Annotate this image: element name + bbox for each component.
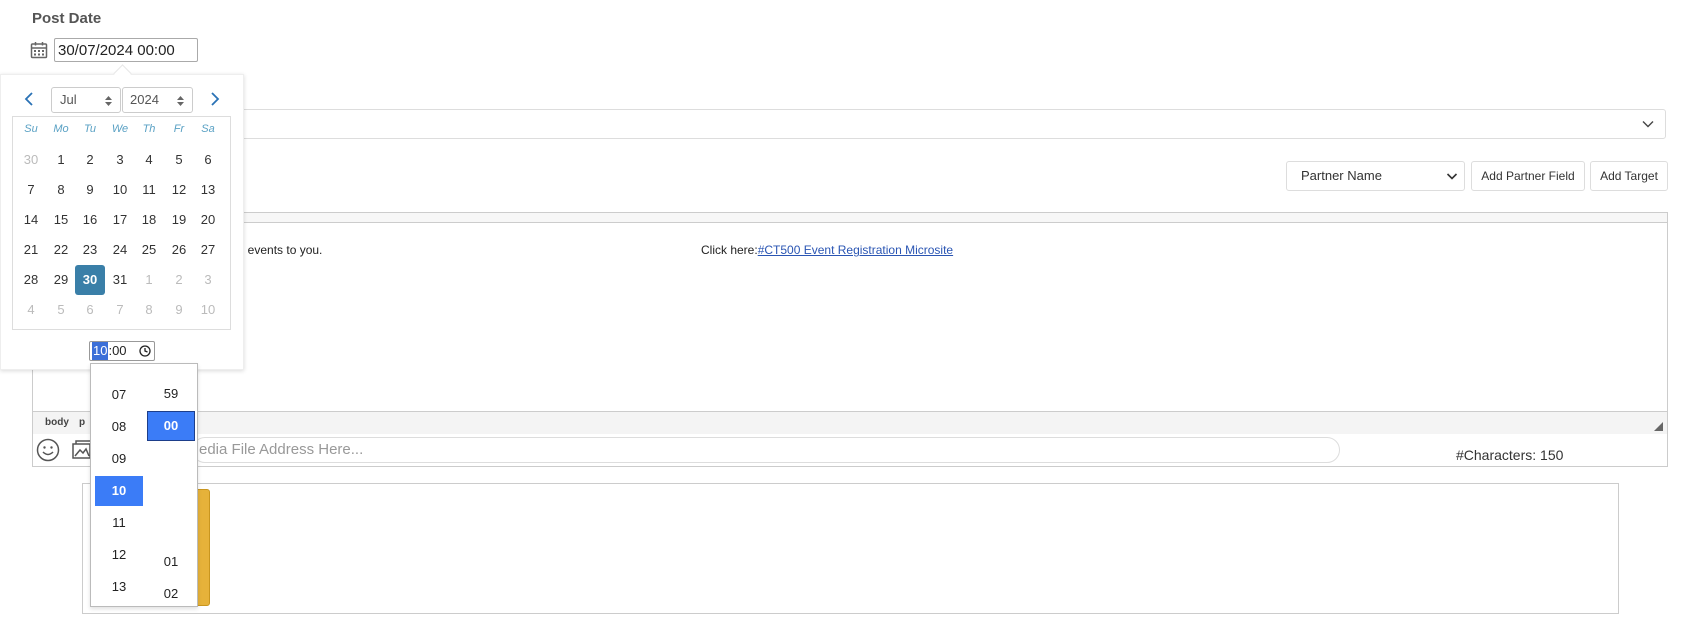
chevron-left-icon[interactable] xyxy=(22,91,36,107)
smiley-icon[interactable] xyxy=(36,438,60,462)
partner-select-value: Partner Name xyxy=(1301,168,1382,183)
calendar-day[interactable]: 30 xyxy=(16,145,46,175)
calendar-day[interactable]: 6 xyxy=(193,145,223,175)
calendar-day[interactable]: 3 xyxy=(105,145,135,175)
calendar-day[interactable]: 6 xyxy=(75,295,105,325)
editor-text-fragment: al events to you. xyxy=(235,243,323,257)
weekday-th: Th xyxy=(142,123,156,135)
weekday-tu: Tu xyxy=(83,123,97,135)
editor-toolbar xyxy=(33,213,1667,223)
calendar-day[interactable]: 15 xyxy=(46,205,76,235)
calendar-day[interactable]: 4 xyxy=(16,295,46,325)
hour-option[interactable]: 09 xyxy=(95,444,143,474)
calendar-day[interactable]: 8 xyxy=(134,295,164,325)
minute-option[interactable]: 01 xyxy=(147,547,195,577)
calendar-day[interactable]: 8 xyxy=(46,175,76,205)
calendar-day[interactable]: 18 xyxy=(134,205,164,235)
month-value: Jul xyxy=(60,92,77,107)
attached-image-area xyxy=(82,483,1619,614)
calendar-day[interactable]: 13 xyxy=(193,175,223,205)
calendar-day[interactable]: 10 xyxy=(105,175,135,205)
calendar-day[interactable]: 24 xyxy=(105,235,135,265)
category-select[interactable] xyxy=(226,109,1666,139)
chevron-down-icon xyxy=(1446,173,1458,180)
hour-field[interactable]: 10 xyxy=(92,342,109,360)
calendar-icon[interactable] xyxy=(30,41,48,59)
media-file-address-input[interactable]: edia File Address Here... xyxy=(192,437,1340,463)
hour-option[interactable]: 10 xyxy=(95,476,143,506)
calendar-day[interactable]: 5 xyxy=(46,295,76,325)
post-date-input[interactable]: 30/07/2024 00:00 xyxy=(54,38,198,62)
up-down-arrows-icon xyxy=(177,96,184,106)
weekday-sa: Sa xyxy=(201,123,215,135)
calendar-day[interactable]: 2 xyxy=(164,265,194,295)
calendar-day[interactable]: 5 xyxy=(164,145,194,175)
calendar-day[interactable]: 28 xyxy=(16,265,46,295)
path-p[interactable]: p xyxy=(79,417,85,428)
hour-option[interactable]: 08 xyxy=(95,412,143,442)
resize-handle-icon[interactable] xyxy=(1654,422,1663,431)
minute-option[interactable]: 00 xyxy=(147,411,195,441)
chevron-right-icon[interactable] xyxy=(208,91,222,107)
hour-option[interactable]: 07 xyxy=(95,380,143,410)
calendar-day[interactable]: 25 xyxy=(134,235,164,265)
add-partner-field-button[interactable]: Add Partner Field xyxy=(1471,161,1585,191)
chevron-down-icon xyxy=(1642,121,1654,128)
calendar-day[interactable]: 11 xyxy=(134,175,164,205)
editor-status-bar: body p xyxy=(33,411,1667,434)
calendar-day[interactable]: 9 xyxy=(75,175,105,205)
calendar-day[interactable]: 9 xyxy=(164,295,194,325)
calendar-day[interactable]: 12 xyxy=(164,175,194,205)
calendar-day[interactable]: 31 xyxy=(105,265,135,295)
minute-option[interactable]: 59 xyxy=(147,379,195,409)
calendar-day[interactable]: 4 xyxy=(134,145,164,175)
calendar-day[interactable]: 22 xyxy=(46,235,76,265)
calendar-day[interactable]: 1 xyxy=(46,145,76,175)
calendar-day[interactable]: 26 xyxy=(164,235,194,265)
hour-option[interactable]: 11 xyxy=(95,508,143,538)
time-dropdown: 07 08 09 10 11 12 13 59 00 01 02 xyxy=(90,363,198,607)
calendar-day[interactable]: 19 xyxy=(164,205,194,235)
month-select[interactable]: Jul xyxy=(51,87,121,113)
weekday-mo: Mo xyxy=(53,123,69,135)
calendar-day[interactable]: 3 xyxy=(193,265,223,295)
path-body[interactable]: body xyxy=(45,417,69,428)
calendar-day[interactable]: 27 xyxy=(193,235,223,265)
calendar-day[interactable]: 20 xyxy=(193,205,223,235)
up-down-arrows-icon xyxy=(105,96,112,106)
calendar-day[interactable]: 23 xyxy=(75,235,105,265)
calendar-day[interactable]: 7 xyxy=(105,295,135,325)
partner-name-select[interactable]: Partner Name xyxy=(1286,161,1465,191)
calendar-day[interactable]: 10 xyxy=(193,295,223,325)
click-here-text: Click here: xyxy=(701,243,758,257)
weekday-su: Su xyxy=(24,123,38,135)
calendar-day[interactable]: 17 xyxy=(105,205,135,235)
weekday-we: We xyxy=(111,123,129,135)
minute-field[interactable]: :00 xyxy=(108,343,126,358)
calendar-day[interactable]: 7 xyxy=(16,175,46,205)
calendar-day[interactable]: 1 xyxy=(134,265,164,295)
year-select[interactable]: 2024 xyxy=(122,87,193,113)
character-count: #Characters: 150 xyxy=(1456,447,1564,463)
selected-day[interactable]: 30 xyxy=(75,265,105,295)
hour-option[interactable]: 13 xyxy=(95,572,143,602)
clock-icon[interactable] xyxy=(139,345,151,357)
calendar-day[interactable]: 21 xyxy=(16,235,46,265)
year-value: 2024 xyxy=(130,92,159,107)
calendar-day[interactable]: 29 xyxy=(46,265,76,295)
microsite-link[interactable]: #CT500 Event Registration Microsite xyxy=(758,243,953,257)
minute-option[interactable]: 02 xyxy=(147,579,195,606)
hour-option[interactable]: 12 xyxy=(95,540,143,570)
post-date-label: Post Date xyxy=(32,10,102,27)
editor-link-line: Click here:#CT500 Event Registration Mic… xyxy=(701,243,953,257)
calendar-day[interactable]: 14 xyxy=(16,205,46,235)
calendar-day[interactable]: 16 xyxy=(75,205,105,235)
rich-text-editor[interactable]: al events to you. Click here:#CT500 Even… xyxy=(32,212,1668,467)
calendar-day[interactable]: 2 xyxy=(75,145,105,175)
time-input[interactable]: 10:00 xyxy=(89,341,155,361)
weekday-fr: Fr xyxy=(173,123,185,135)
add-target-button[interactable]: Add Target xyxy=(1590,161,1668,191)
